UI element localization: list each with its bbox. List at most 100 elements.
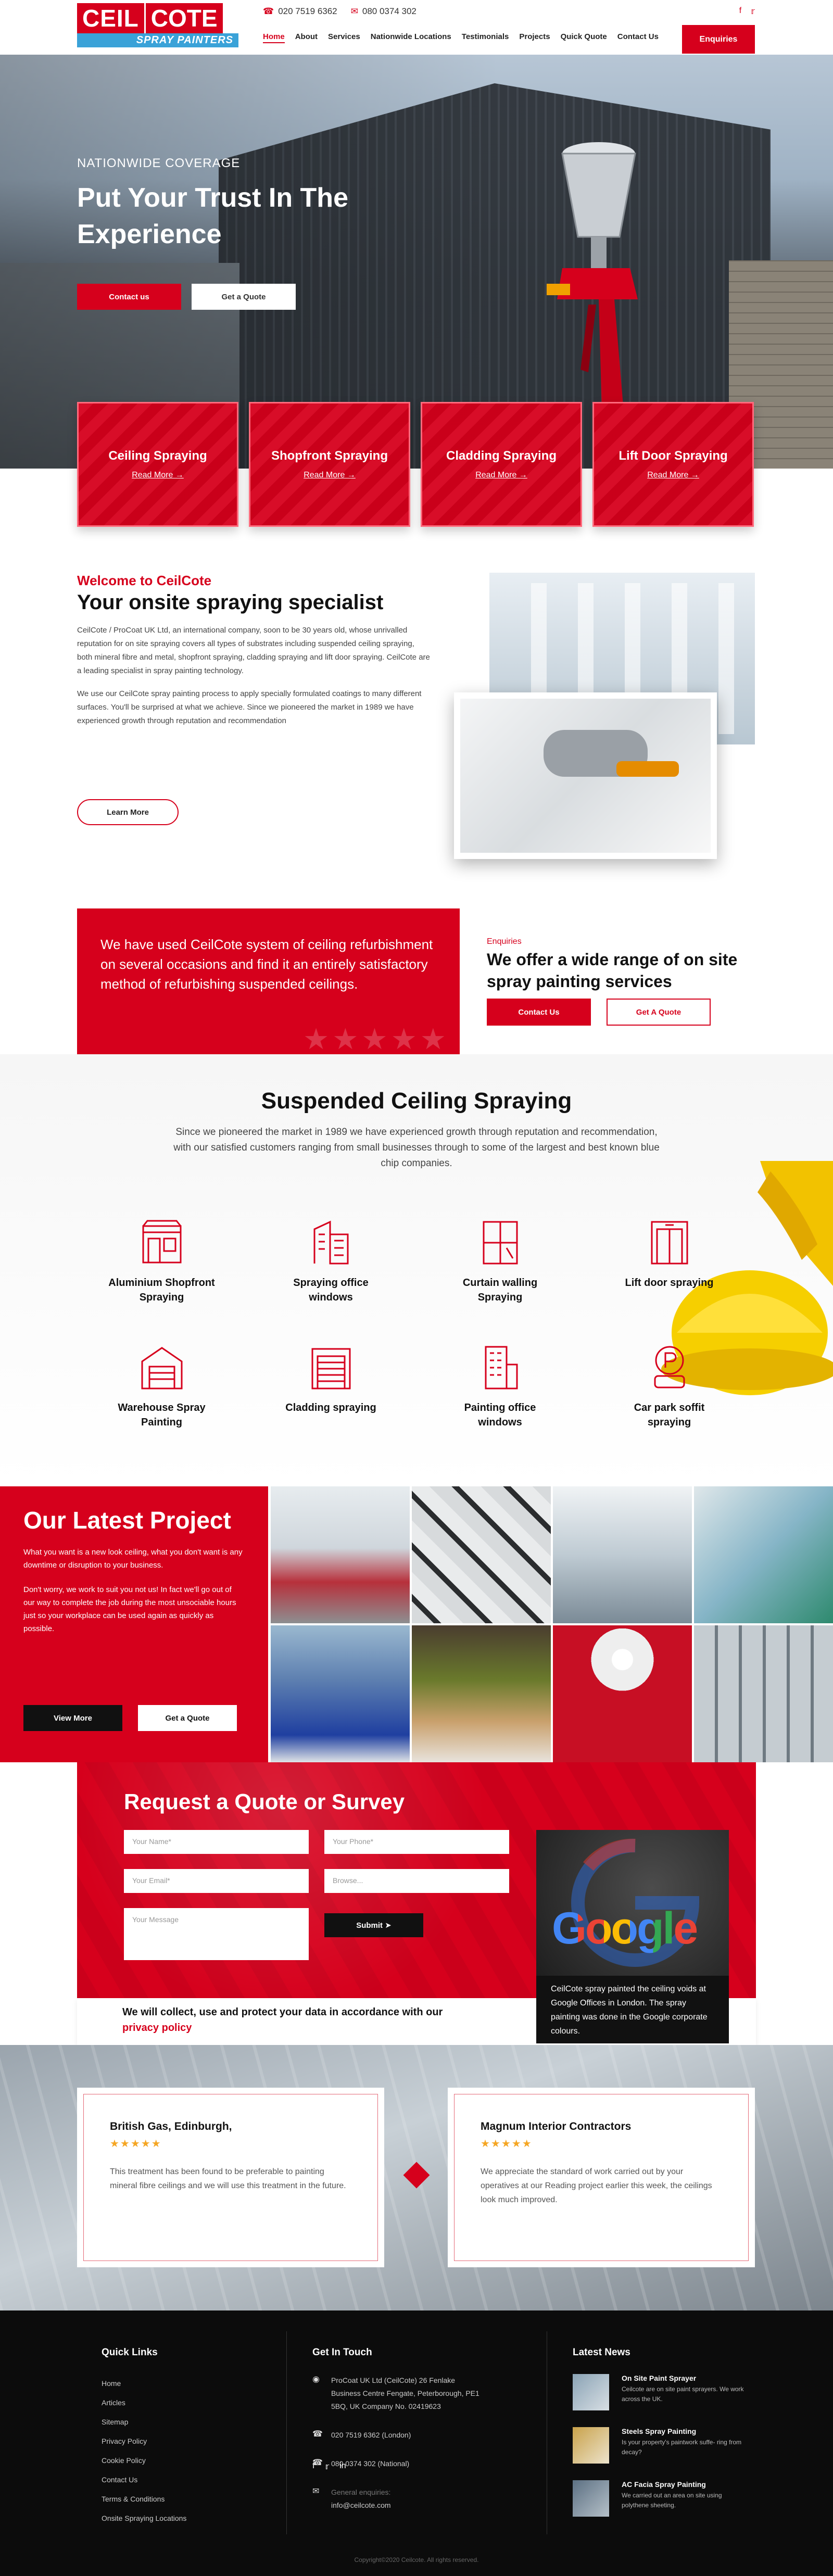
news-item[interactable]: On Site Paint Sprayer Ceilcote are on sit… [573, 2374, 744, 2410]
hero-contact-button[interactable]: Contact us [77, 284, 181, 310]
feature-painting-office-windows[interactable]: Painting office windows [415, 1333, 585, 1458]
gallery-image[interactable] [412, 1486, 551, 1623]
news-text: Is your property's paintwork suffe- ring… [622, 2439, 742, 2456]
footer-link-locations[interactable]: Onsite Spraying Locations [102, 2509, 186, 2528]
site-header: CEIL COTE SPRAY PAINTERS ☎ 020 7519 6362 … [0, 0, 833, 55]
news-item[interactable]: Steels Spray Painting Is your property's … [573, 2427, 744, 2464]
twitter-icon[interactable]: 𝕣 [751, 6, 755, 17]
warehouse-icon [138, 1341, 185, 1393]
hero-eyebrow: NATIONWIDE COVERAGE [77, 156, 241, 170]
footer-link-articles[interactable]: Articles [102, 2393, 186, 2413]
view-more-button[interactable]: View More [23, 1705, 122, 1731]
learn-more-button[interactable]: Learn More [77, 799, 179, 825]
privacy-notice: We will collect, use and protect your da… [122, 2004, 476, 2036]
ceilcote-logo[interactable]: CEIL COTE SPRAY PAINTERS [77, 3, 238, 51]
service-card-title: Cladding Spraying [446, 449, 557, 463]
footer-email[interactable]: info@ceilcote.com [331, 2499, 391, 2512]
nav-projects[interactable]: Projects [519, 32, 550, 43]
gallery-image[interactable] [553, 1625, 692, 1762]
hero-title: Put Your Trust In The Experience [77, 183, 348, 249]
twitter-icon[interactable]: 𝕣 [325, 2461, 329, 2472]
feature-curtain-walling[interactable]: Curtain walling Spraying [415, 1208, 585, 1333]
service-card-shopfront[interactable]: Shopfront Spraying Read More → [249, 402, 410, 527]
service-card-title: Ceiling Spraying [108, 449, 207, 463]
privacy-policy-link[interactable]: privacy policy [122, 2022, 192, 2034]
main-nav: Home About Services Nationwide Locations… [263, 32, 659, 43]
read-more-link[interactable]: Read More → [132, 471, 184, 480]
phone-link-1[interactable]: ☎ 020 7519 6362 [263, 6, 337, 17]
footer-link-home[interactable]: Home [102, 2374, 186, 2393]
email-input[interactable]: Your Email* [124, 1869, 309, 1893]
submit-button[interactable]: Submit ➤ [324, 1913, 423, 1937]
nav-services[interactable]: Services [328, 32, 360, 43]
gallery-image[interactable] [271, 1625, 410, 1762]
footer-link-privacy[interactable]: Privacy Policy [102, 2432, 186, 2451]
gallery-image[interactable] [412, 1625, 551, 1762]
nav-home[interactable]: Home [263, 32, 285, 43]
mail-icon: ✉ [312, 2487, 320, 2496]
copyright-text: Copyright©2020 Ceilcote. All rights rese… [354, 2556, 479, 2564]
project-quote-button[interactable]: Get a Quote [138, 1705, 237, 1731]
tower-icon [477, 1341, 524, 1393]
latest-project-paragraph-2: Don't worry, we work to suit you not us!… [23, 1585, 236, 1633]
message-textarea[interactable]: Your Message [124, 1908, 309, 1960]
file-browse-input[interactable]: Browse... [324, 1869, 509, 1893]
service-card-ceiling[interactable]: Ceiling Spraying Read More → [77, 402, 238, 527]
feature-label: Lift door spraying [625, 1277, 714, 1289]
phone-link-2[interactable]: ✉ 080 0374 302 [351, 6, 416, 17]
news-item[interactable]: AC Facia Spray Painting We carried out an… [573, 2480, 744, 2517]
spray-painter-image [454, 692, 717, 859]
decorative-stars-icon: ★★★★★ [302, 1022, 449, 1055]
footer-link-sitemap[interactable]: Sitemap [102, 2413, 186, 2432]
footer-address: ProCoat UK Ltd (CeilCote) 26 Fenlake Bus… [331, 2376, 479, 2410]
gallery-image[interactable] [553, 1486, 692, 1623]
nav-testimonials[interactable]: Testimonials [462, 32, 509, 43]
service-card-title: Shopfront Spraying [271, 449, 388, 463]
feature-label: Spraying office windows [293, 1277, 369, 1303]
footer-link-terms[interactable]: Terms & Conditions [102, 2490, 186, 2509]
phone-number-2: 080 0374 302 [362, 6, 416, 16]
service-card-lift-door[interactable]: Lift Door Spraying Read More → [592, 402, 754, 527]
phone-input[interactable]: Your Phone* [324, 1830, 509, 1854]
latest-project-title: Our Latest Project [23, 1507, 231, 1534]
feature-car-park-soffit[interactable]: Car park soffit spraying [585, 1333, 754, 1458]
gallery-image[interactable] [694, 1486, 833, 1623]
quick-links-title: Quick Links [102, 2347, 158, 2358]
nav-about[interactable]: About [295, 32, 318, 43]
contact-us-button[interactable]: Contact Us [487, 999, 591, 1026]
get-a-quote-button[interactable]: Get A Quote [607, 999, 711, 1026]
nav-contact-us[interactable]: Contact Us [617, 32, 659, 43]
read-more-link[interactable]: Read More → [304, 471, 356, 480]
hero-quote-button[interactable]: Get a Quote [192, 284, 296, 310]
star-rating-icon: ★★★★★ [481, 2138, 533, 2150]
name-input[interactable]: Your Name* [124, 1830, 309, 1854]
footer-link-cookie[interactable]: Cookie Policy [102, 2451, 186, 2470]
welcome-eyebrow: Welcome to CeilCote [77, 573, 212, 588]
google-project-card[interactable]: Google CeilCote spray painted the ceilin… [536, 1830, 729, 2043]
footer-link-contact[interactable]: Contact Us [102, 2470, 186, 2490]
nav-nationwide-locations[interactable]: Nationwide Locations [371, 32, 451, 43]
news-thumbnail [573, 2374, 609, 2410]
feature-cladding[interactable]: Cladding spraying [246, 1333, 415, 1458]
footer-phone-london[interactable]: 020 7519 6362 (London) [331, 2429, 411, 2442]
enquiries-buttons: Contact Us Get A Quote [487, 999, 711, 1026]
feature-office-windows[interactable]: Spraying office windows [246, 1208, 415, 1333]
feature-warehouse[interactable]: Warehouse Spray Painting [77, 1333, 246, 1458]
feature-aluminium-shopfront[interactable]: Aluminium Shopfront Spraying [77, 1208, 246, 1333]
testimonial-quote-box: We have used CeilCote system of ceiling … [77, 908, 460, 1054]
nav-quick-quote[interactable]: Quick Quote [561, 32, 607, 43]
feature-lift-door[interactable]: Lift door spraying [585, 1208, 754, 1333]
news-text: Ceilcote are on site paint sprayers. We … [622, 2385, 744, 2403]
gallery-image[interactable] [694, 1625, 833, 1762]
facebook-icon[interactable]: f [739, 6, 741, 17]
facebook-icon[interactable]: f [312, 2461, 314, 2472]
gallery-image[interactable] [271, 1486, 410, 1623]
quote-title: Request a Quote or Survey [124, 1789, 405, 1814]
review-author: Magnum Interior Contractors [481, 2120, 632, 2132]
service-card-cladding[interactable]: Cladding Spraying Read More → [421, 402, 582, 527]
linkedin-icon[interactable]: in [339, 2461, 346, 2472]
enquiries-button[interactable]: Enquiries [682, 25, 755, 54]
read-more-link[interactable]: Read More → [647, 471, 699, 480]
read-more-link[interactable]: Read More → [475, 471, 527, 480]
office-building-icon [308, 1216, 355, 1268]
